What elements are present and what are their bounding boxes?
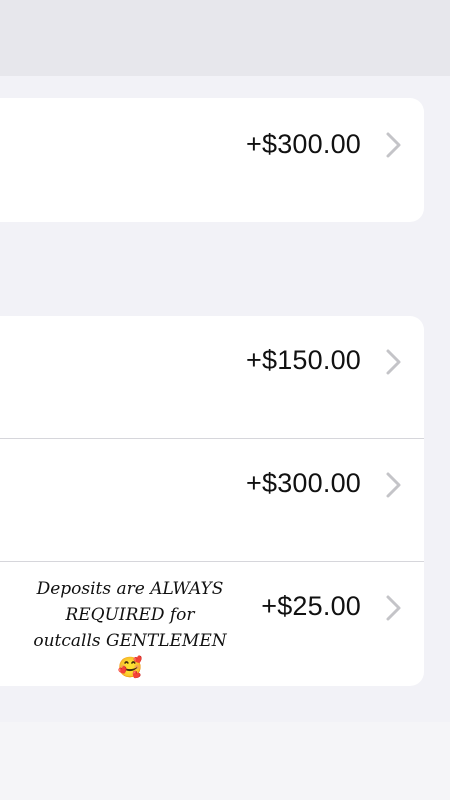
- top-header-band: [0, 0, 450, 76]
- chevron-right-icon: [386, 349, 401, 375]
- transaction-card-top: +$300.00: [0, 98, 424, 222]
- note-line: REQUIRED for: [65, 605, 195, 625]
- transaction-row[interactable]: +$300.00: [0, 439, 424, 562]
- smiling-face-with-hearts-emoji: 🥰: [117, 655, 143, 679]
- chevron-right-icon: [386, 132, 401, 158]
- chevron-right-icon: [386, 595, 401, 621]
- transaction-row[interactable]: Deposits are ALWAYS REQUIRED for outcall…: [0, 562, 424, 685]
- chevron-right-icon: [386, 472, 401, 498]
- transaction-amount: +$150.00: [246, 345, 361, 375]
- transaction-card-main: +$150.00 +$300.00 Deposits are ALWAYS RE…: [0, 316, 424, 686]
- transaction-row[interactable]: +$300.00: [0, 98, 424, 221]
- transaction-amount: +$300.00: [246, 129, 361, 159]
- transaction-amount: +$25.00: [261, 591, 361, 621]
- note-line: outcalls GENTLEMEN: [33, 631, 227, 651]
- transaction-row[interactable]: +$150.00: [0, 316, 424, 439]
- transaction-amount: +$300.00: [246, 468, 361, 498]
- bottom-band: [0, 722, 450, 800]
- transaction-note: Deposits are ALWAYS REQUIRED for outcall…: [31, 576, 229, 680]
- note-line: Deposits are ALWAYS: [36, 579, 224, 599]
